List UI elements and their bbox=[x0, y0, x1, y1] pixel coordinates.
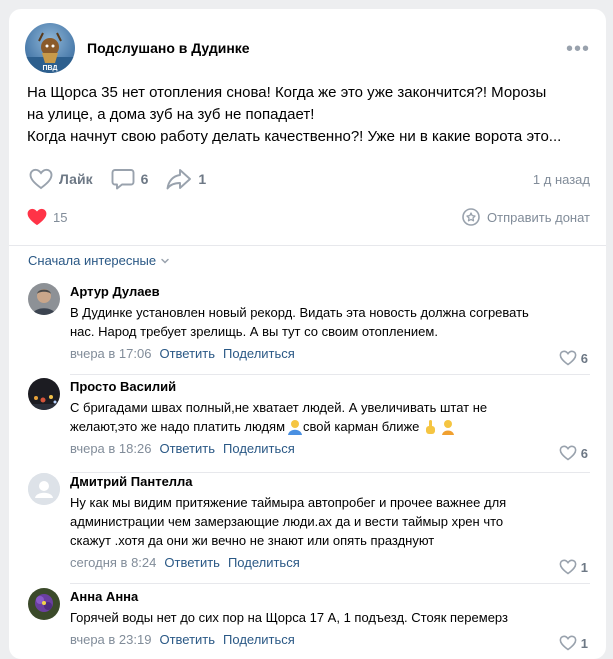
comment-text: С бригадами швах полный,не хватает людей… bbox=[70, 398, 590, 436]
comment-text-line: желают,это же надо платить людям свой ка… bbox=[70, 417, 590, 436]
share-comment-button[interactable]: Поделиться bbox=[223, 440, 295, 458]
donate-label: Отправить донат bbox=[487, 209, 590, 225]
reply-button[interactable]: Ответить bbox=[159, 345, 215, 363]
post-time[interactable]: 1 д назад bbox=[533, 172, 590, 187]
comment-text-line: С бригадами швах полный,не хватает людей… bbox=[70, 400, 488, 415]
comment-text-part: желают,это же надо платить людям bbox=[70, 419, 286, 434]
avatar[interactable] bbox=[28, 588, 60, 620]
comment-date[interactable]: вчера в 18:26 bbox=[70, 440, 151, 458]
donate-button[interactable]: Отправить донат bbox=[461, 207, 590, 227]
comment-text-line: Ну как мы видим притяжение таймыра автоп… bbox=[70, 495, 507, 510]
comment-body: Дмитрий Пантелла Ну как мы видим притяже… bbox=[70, 473, 590, 572]
comment-text-line: администрации чем замерзающие люди.ах да… bbox=[70, 514, 504, 529]
heart-filled-icon[interactable] bbox=[27, 208, 47, 226]
comment-bubble-icon bbox=[111, 169, 135, 190]
post-text: На Щорса 35 нет отопления снова! Когда ж… bbox=[27, 82, 597, 148]
comment-meta: вчера в 18:26 Ответить Поделиться bbox=[70, 440, 590, 458]
shares-count: 1 bbox=[198, 171, 207, 187]
post-text-line: на улице, а дома зуб на зуб не попадает! bbox=[27, 106, 315, 123]
comment-body: Просто Василий С бригадами швах полный,н… bbox=[70, 378, 590, 458]
comment-text: Ну как мы видим притяжение таймыра автоп… bbox=[70, 493, 590, 550]
comment-divider bbox=[70, 583, 590, 584]
comment-author[interactable]: Артур Дулаев bbox=[70, 283, 590, 301]
comment-likes-count: 1 bbox=[580, 559, 588, 575]
reply-button[interactable]: Ответить bbox=[164, 554, 220, 572]
comment-likes-count: 6 bbox=[580, 445, 588, 461]
comment-text: Горячей воды нет до сих пор на Щорса 17 … bbox=[70, 608, 590, 627]
chevron-down-icon bbox=[161, 258, 169, 264]
person-shrug-emoji-icon bbox=[287, 419, 303, 435]
comment-likes-count: 1 bbox=[580, 635, 588, 651]
comment-item: Дмитрий Пантелла Ну как мы видим притяже… bbox=[28, 473, 590, 584]
reply-button[interactable]: Ответить bbox=[159, 631, 215, 649]
share-comment-button[interactable]: Поделиться bbox=[223, 345, 295, 363]
avatar[interactable] bbox=[28, 283, 60, 315]
sort-label: Сначала интересные bbox=[28, 253, 157, 268]
comment-text-part: свой карман ближе bbox=[303, 419, 420, 434]
comment-like-button[interactable]: 6 bbox=[559, 350, 588, 366]
comments-sort-dropdown[interactable]: Сначала интересные bbox=[28, 253, 171, 268]
comment-item: Артур Дулаев В Дудинке установлен новый … bbox=[28, 283, 590, 375]
share-arrow-icon bbox=[166, 169, 192, 190]
reactions-count[interactable]: 15 bbox=[53, 210, 67, 225]
like-button[interactable]: Лайк bbox=[29, 168, 93, 190]
comment-author[interactable]: Просто Василий bbox=[70, 378, 590, 396]
heart-outline-icon bbox=[559, 559, 577, 575]
share-comment-button[interactable]: Поделиться bbox=[223, 631, 295, 649]
comment-text-line: В Дудинке установлен новый рекорд. Видат… bbox=[70, 305, 529, 320]
heart-outline-icon bbox=[559, 350, 577, 366]
comment-meta: вчера в 23:19 Ответить Поделиться bbox=[70, 631, 590, 649]
heart-outline-icon bbox=[559, 635, 577, 651]
reply-button[interactable]: Ответить bbox=[159, 440, 215, 458]
comment-button[interactable]: 6 bbox=[111, 168, 149, 190]
comment-likes-count: 6 bbox=[580, 350, 588, 366]
comment-body: Артур Дулаев В Дудинке установлен новый … bbox=[70, 283, 590, 363]
comment-text-line: скажут .хотя да они жи вечно не знают ил… bbox=[70, 533, 435, 548]
comment-like-button[interactable]: 6 bbox=[559, 445, 588, 461]
post-card: ПВД Подслушано в Дудинке ••• На Щорса 35… bbox=[9, 9, 606, 659]
comment-date[interactable]: вчера в 17:06 bbox=[70, 345, 151, 363]
post-actions: Лайк 6 1 1 д назад bbox=[29, 159, 590, 199]
comment-meta: сегодня в 8:24 Ответить Поделиться bbox=[70, 554, 590, 572]
avatar[interactable] bbox=[28, 473, 60, 505]
group-avatar-text: ПВД bbox=[43, 65, 58, 72]
donate-icon bbox=[462, 208, 480, 226]
person-emoji-icon bbox=[440, 419, 456, 435]
comment-text: В Дудинке установлен новый рекорд. Видат… bbox=[70, 303, 590, 341]
comment-body: Анна Анна Горячей воды нет до сих пор на… bbox=[70, 588, 590, 649]
more-dots-icon[interactable]: ••• bbox=[566, 39, 590, 59]
divider bbox=[9, 245, 606, 246]
post-text-line[interactable]: Когда начнут свою работу делать качестве… bbox=[27, 126, 597, 148]
comment-author[interactable]: Дмитрий Пантелла bbox=[70, 473, 590, 491]
heart-outline-icon bbox=[29, 168, 53, 190]
share-comment-button[interactable]: Поделиться bbox=[228, 554, 300, 572]
comment-like-button[interactable]: 1 bbox=[559, 635, 588, 651]
like-label: Лайк bbox=[59, 171, 93, 187]
post-reactions: 15 Отправить донат bbox=[27, 199, 590, 235]
post-text-line: На Щорса 35 нет отопления снова! Когда ж… bbox=[27, 84, 547, 101]
comment-divider bbox=[70, 374, 590, 375]
comment-like-button[interactable]: 1 bbox=[559, 559, 588, 575]
comment-date[interactable]: вчера в 23:19 bbox=[70, 631, 151, 649]
comment-author[interactable]: Анна Анна bbox=[70, 588, 590, 606]
post-header: ПВД Подслушано в Дудинке ••• bbox=[25, 23, 590, 73]
share-button[interactable]: 1 bbox=[166, 168, 206, 190]
comment-meta: вчера в 17:06 Ответить Поделиться bbox=[70, 345, 590, 363]
comments-count: 6 bbox=[140, 171, 149, 187]
comment-date[interactable]: сегодня в 8:24 bbox=[70, 554, 156, 572]
comment-text-line: нас. Народ требует зрелищь. А вы тут со … bbox=[70, 324, 438, 339]
comment-text-line: Горячей воды нет до сих пор на Щорса 17 … bbox=[70, 610, 508, 625]
hand-emoji-icon bbox=[422, 419, 438, 435]
group-name[interactable]: Подслушано в Дудинке bbox=[87, 40, 250, 56]
comment-item: Анна Анна Горячей воды нет до сих пор на… bbox=[28, 588, 590, 658]
heart-outline-icon bbox=[559, 445, 577, 461]
group-avatar[interactable]: ПВД bbox=[25, 23, 75, 73]
avatar[interactable] bbox=[28, 378, 60, 410]
comment-item: Просто Василий С бригадами швах полный,н… bbox=[28, 378, 590, 473]
